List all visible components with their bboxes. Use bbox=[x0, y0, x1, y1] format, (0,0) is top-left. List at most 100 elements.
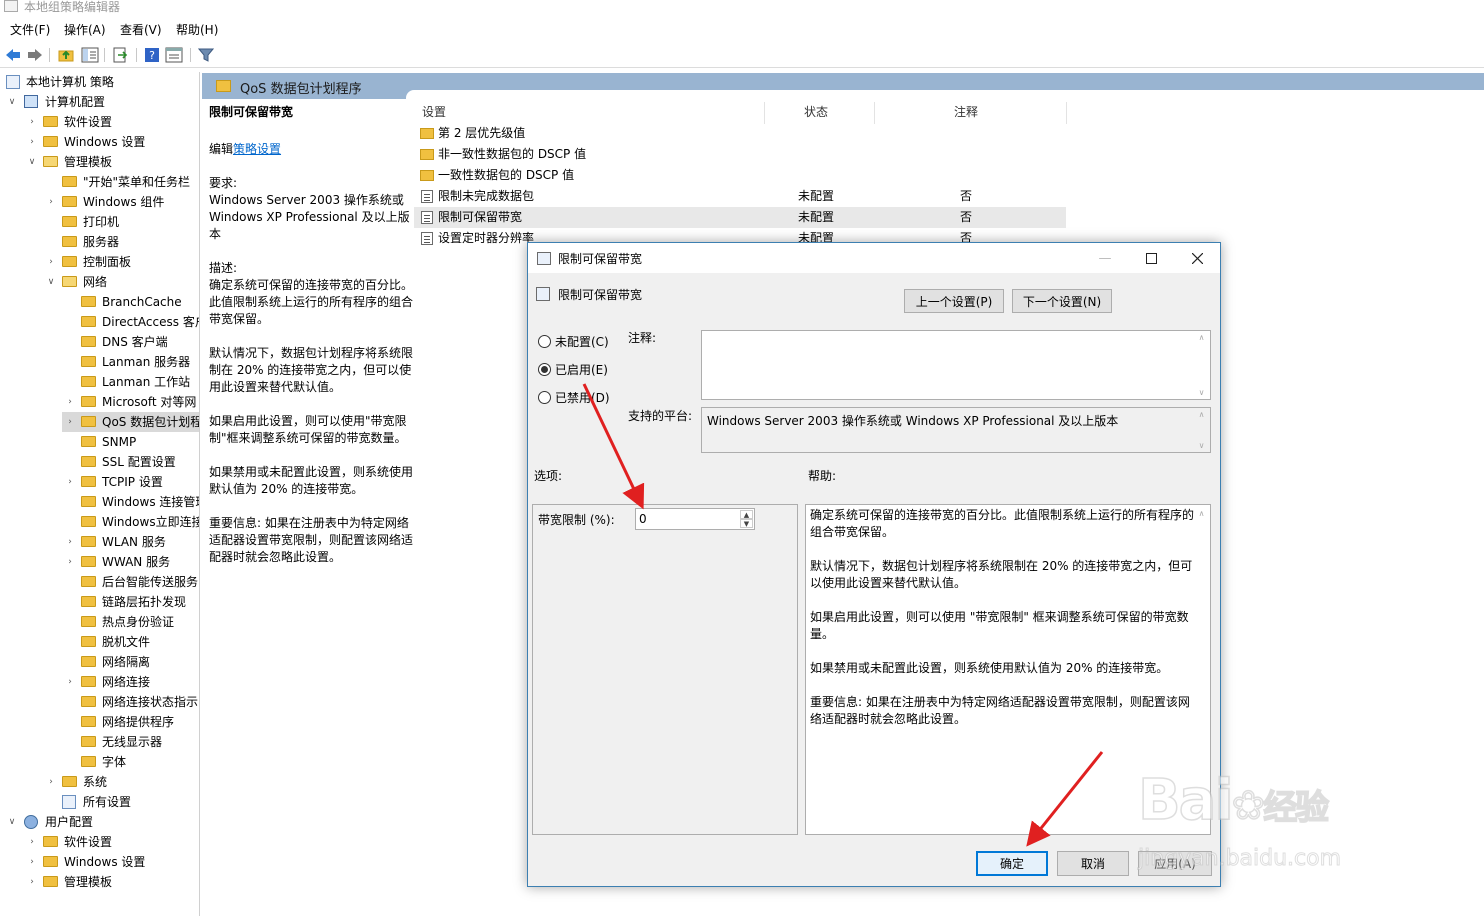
tree-network-child[interactable]: 网络连接状态指示 bbox=[0, 692, 199, 712]
menu-help[interactable]: 帮助(H) bbox=[176, 21, 218, 38]
chevron-right-icon[interactable]: › bbox=[64, 552, 76, 572]
tree-network-child[interactable]: › WWAN 服务 bbox=[0, 552, 199, 572]
tree-network-child[interactable]: 网络隔离 bbox=[0, 652, 199, 672]
tree-control-panel[interactable]: › 控制面板 bbox=[0, 252, 199, 272]
menu-view[interactable]: 查看(V) bbox=[120, 21, 162, 38]
help-icon[interactable]: ? bbox=[142, 45, 162, 65]
tree-network-child[interactable]: DirectAccess 客户 bbox=[0, 312, 199, 332]
close-icon[interactable] bbox=[1174, 243, 1220, 273]
tree-network-child[interactable]: DNS 客户端 bbox=[0, 332, 199, 352]
chevron-right-icon[interactable]: › bbox=[64, 392, 76, 412]
chevron-right-icon[interactable]: › bbox=[64, 472, 76, 492]
tree-admin-templates[interactable]: ∨ 管理模板 bbox=[0, 152, 199, 172]
chevron-right-icon[interactable]: › bbox=[64, 412, 76, 432]
spin-up-icon[interactable]: ▲ bbox=[740, 510, 753, 519]
tree-user-windows[interactable]: › Windows 设置 bbox=[0, 852, 199, 872]
cancel-button[interactable]: 取消 bbox=[1057, 851, 1129, 876]
chevron-right-icon[interactable]: › bbox=[45, 192, 57, 212]
scroll-down-icon[interactable]: ∨ bbox=[1194, 388, 1209, 397]
tree-network-child[interactable]: SSL 配置设置 bbox=[0, 452, 199, 472]
scroll-up-icon[interactable]: ∧ bbox=[1194, 410, 1209, 419]
tree-network-child[interactable]: Windows立即连接 bbox=[0, 512, 199, 532]
chevron-right-icon[interactable]: › bbox=[26, 872, 38, 892]
scroll-down-icon[interactable]: ∨ bbox=[1194, 441, 1209, 450]
tree-network-child[interactable]: › WLAN 服务 bbox=[0, 532, 199, 552]
maximize-icon[interactable] bbox=[1128, 243, 1174, 273]
chevron-right-icon[interactable]: › bbox=[26, 112, 38, 132]
column-comment[interactable]: 注释 bbox=[954, 103, 978, 123]
tree-network-child[interactable]: 热点身份验证 bbox=[0, 612, 199, 632]
tree-start-menu[interactable]: "开始"菜单和任务栏 bbox=[0, 172, 199, 192]
radio-enabled-label[interactable]: 已启用(E) bbox=[555, 361, 608, 378]
chevron-right-icon[interactable]: › bbox=[45, 772, 57, 792]
up-folder-icon[interactable] bbox=[56, 45, 76, 65]
list-row[interactable]: 一致性数据包的 DSCP 值 bbox=[414, 165, 1066, 186]
column-state[interactable]: 状态 bbox=[804, 103, 828, 123]
list-row[interactable]: 限制未完成数据包 未配置 否 bbox=[414, 186, 1066, 207]
tree-network-child[interactable]: › TCPIP 设置 bbox=[0, 472, 199, 492]
chevron-right-icon[interactable]: › bbox=[26, 852, 38, 872]
tree-network-child[interactable]: 链路层拓扑发现 bbox=[0, 592, 199, 612]
chevron-down-icon[interactable]: ∨ bbox=[45, 272, 57, 292]
tree-network-child[interactable]: 后台智能传送服务 bbox=[0, 572, 199, 592]
chevron-down-icon[interactable]: ∨ bbox=[6, 812, 18, 832]
tree-network-child[interactable]: 脱机文件 bbox=[0, 632, 199, 652]
tree-network-child[interactable]: Lanman 服务器 bbox=[0, 352, 199, 372]
tree-user-software[interactable]: › 软件设置 bbox=[0, 832, 199, 852]
column-setting[interactable]: 设置 bbox=[422, 103, 446, 123]
bandwidth-spinbox[interactable]: 0 ▲ ▼ bbox=[635, 508, 755, 530]
list-row[interactable]: 第 2 层优先级值 bbox=[414, 123, 1066, 144]
tree-network[interactable]: ∨ 网络 bbox=[0, 272, 199, 292]
next-setting-button[interactable]: 下一个设置(N) bbox=[1012, 289, 1112, 313]
list-row-selected[interactable]: 限制可保留带宽 未配置 否 bbox=[414, 207, 1066, 228]
chevron-down-icon[interactable]: ∨ bbox=[26, 152, 38, 172]
chevron-right-icon[interactable]: › bbox=[26, 832, 38, 852]
menu-action[interactable]: 操作(A) bbox=[64, 21, 106, 38]
tree-network-child[interactable]: 字体 bbox=[0, 752, 199, 772]
menu-file[interactable]: 文件(F) bbox=[10, 21, 50, 38]
tree-system[interactable]: › 系统 bbox=[0, 772, 199, 792]
ok-button[interactable]: 确定 bbox=[976, 851, 1048, 876]
tree-root[interactable]: 本地计算机 策略 bbox=[0, 72, 199, 92]
back-arrow-icon[interactable] bbox=[3, 45, 23, 65]
radio-enabled[interactable] bbox=[538, 363, 551, 376]
tree-network-child[interactable]: Lanman 工作站 bbox=[0, 372, 199, 392]
radio-disabled-label[interactable]: 已禁用(D) bbox=[555, 389, 610, 406]
tree-network-child[interactable]: 网络提供程序 bbox=[0, 712, 199, 732]
forward-arrow-icon[interactable] bbox=[25, 45, 45, 65]
chevron-right-icon[interactable]: › bbox=[26, 132, 38, 152]
spin-down-icon[interactable]: ▼ bbox=[740, 519, 753, 528]
scroll-up-icon[interactable]: ∧ bbox=[1194, 333, 1209, 342]
edit-policy-link[interactable]: 策略设置 bbox=[233, 142, 281, 156]
tree-qos-selected[interactable]: › QoS 数据包计划程 bbox=[62, 412, 199, 432]
show-hide-tree-icon[interactable] bbox=[80, 45, 100, 65]
apply-button[interactable]: 应用(A) bbox=[1138, 851, 1212, 876]
filter-icon[interactable] bbox=[196, 45, 216, 65]
tree-user-admin[interactable]: › 管理模板 bbox=[0, 872, 199, 892]
tree-network-child[interactable]: BranchCache bbox=[0, 292, 199, 312]
tree-computer-config[interactable]: ∨ 计算机配置 bbox=[0, 92, 199, 112]
properties-icon[interactable] bbox=[164, 45, 184, 65]
comment-textarea[interactable]: ∧ ∨ bbox=[701, 330, 1211, 400]
scroll-up-icon[interactable]: ∧ bbox=[1194, 509, 1209, 518]
tree-server[interactable]: 服务器 bbox=[0, 232, 199, 252]
minimize-icon[interactable]: — bbox=[1082, 243, 1128, 273]
tree-network-child[interactable]: › 网络连接 bbox=[0, 672, 199, 692]
bandwidth-value[interactable]: 0 bbox=[639, 512, 647, 526]
tree-network-child[interactable]: 无线显示器 bbox=[0, 732, 199, 752]
radio-not-configured-label[interactable]: 未配置(C) bbox=[555, 333, 609, 350]
radio-not-configured[interactable] bbox=[538, 335, 551, 348]
list-row[interactable]: 非一致性数据包的 DSCP 值 bbox=[414, 144, 1066, 165]
chevron-down-icon[interactable]: ∨ bbox=[6, 92, 18, 112]
chevron-right-icon[interactable]: › bbox=[64, 672, 76, 692]
tree-network-child[interactable]: › Microsoft 对等网 bbox=[0, 392, 199, 412]
tree-printers[interactable]: 打印机 bbox=[0, 212, 199, 232]
prev-setting-button[interactable]: 上一个设置(P) bbox=[904, 289, 1004, 313]
tree-windows-components[interactable]: › Windows 组件 bbox=[0, 192, 199, 212]
tree-software-settings[interactable]: › 软件设置 bbox=[0, 112, 199, 132]
tree-windows-settings[interactable]: › Windows 设置 bbox=[0, 132, 199, 152]
chevron-right-icon[interactable]: › bbox=[64, 532, 76, 552]
export-list-icon[interactable] bbox=[110, 45, 130, 65]
tree-network-child[interactable]: SNMP bbox=[0, 432, 199, 452]
tree-user-config[interactable]: ∨ 用户配置 bbox=[0, 812, 199, 832]
